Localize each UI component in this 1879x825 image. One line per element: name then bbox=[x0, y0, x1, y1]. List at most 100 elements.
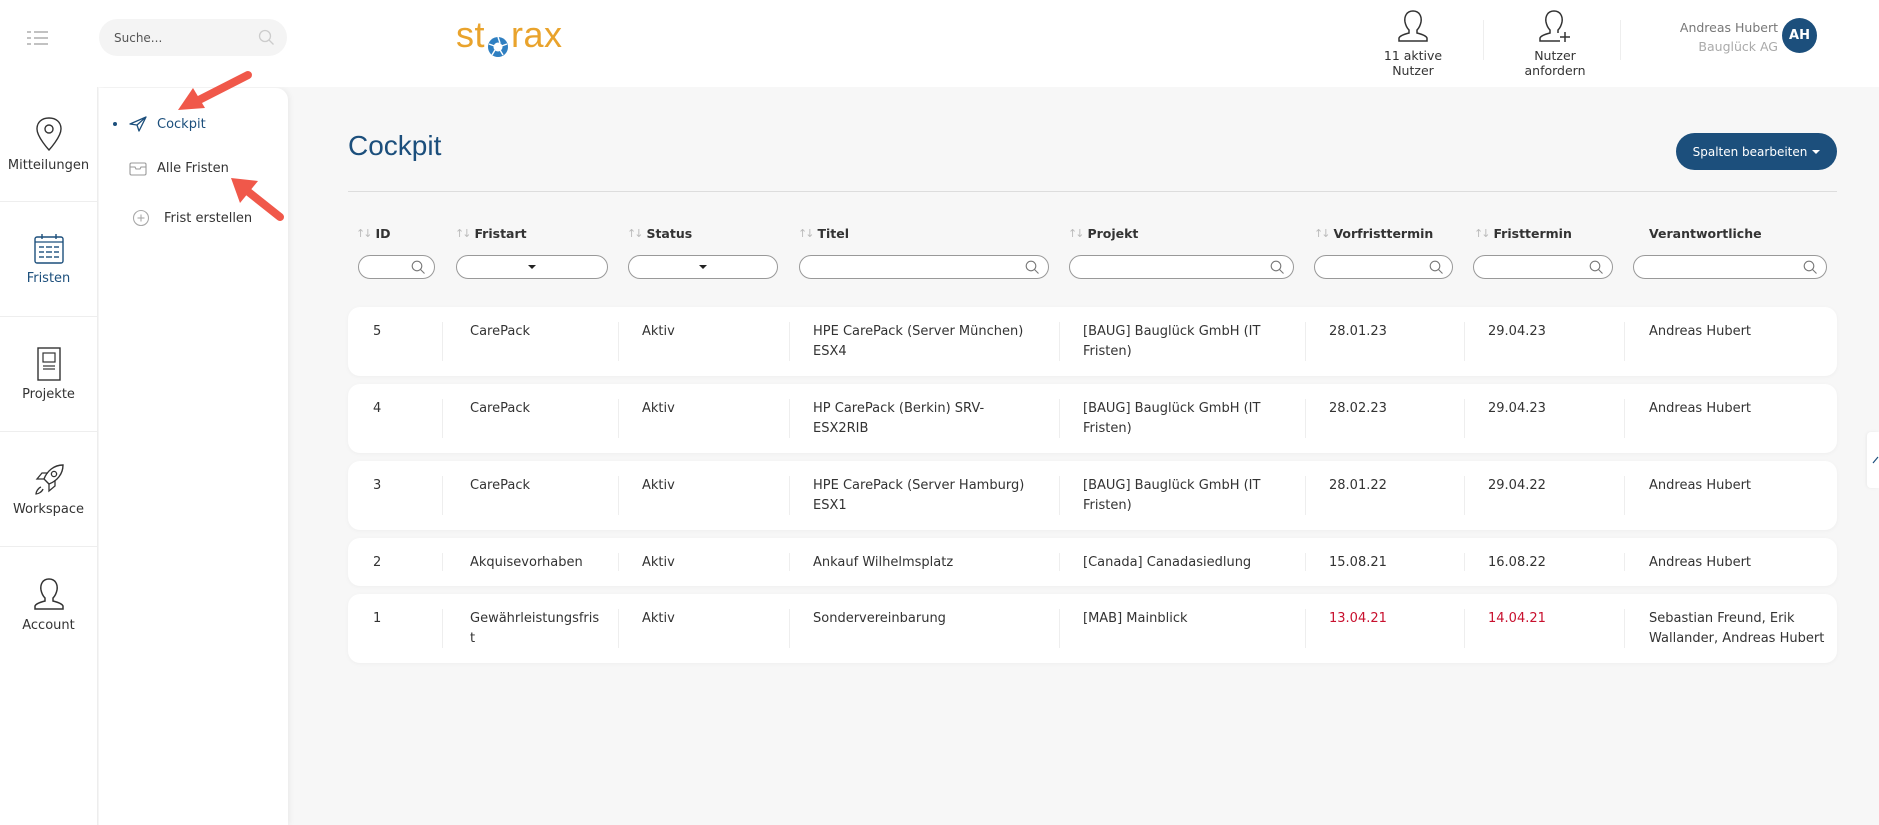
sort-icon[interactable]: ↑↓ bbox=[627, 227, 644, 240]
table-row[interactable]: 4 CarePack Aktiv HP CarePack (Berkin) SRV-E… bbox=[348, 384, 1837, 453]
cell-projekt: [BAUG] Bauglück GmbH (IT Fristen) bbox=[1083, 401, 1261, 436]
filter-text-input[interactable] bbox=[800, 256, 999, 278]
rail-item-workspace[interactable]: Workspace bbox=[0, 432, 97, 547]
column-divider bbox=[1464, 322, 1465, 361]
column-divider bbox=[1059, 476, 1060, 515]
rail-item-mitteilungen[interactable]: Mitteilungen bbox=[0, 87, 97, 202]
subnav-label: Cockpit bbox=[157, 116, 206, 132]
top-bar: st rax 11 aktive Nutzer bbox=[0, 0, 1879, 87]
map-pin-icon bbox=[35, 116, 62, 151]
user-organization: Bauglück AG bbox=[1698, 39, 1778, 54]
request-users-button[interactable]: Nutzer anfordern bbox=[1505, 8, 1605, 78]
column-divider bbox=[442, 553, 443, 571]
column-divider bbox=[442, 322, 443, 361]
filter-status-select[interactable] bbox=[628, 255, 778, 279]
column-divider bbox=[1305, 476, 1306, 515]
column-divider bbox=[442, 609, 443, 648]
filter-fristtermin-input[interactable] bbox=[1473, 255, 1613, 279]
side-panel-toggle[interactable] bbox=[1867, 432, 1879, 488]
sort-icon[interactable]: ↑↓ bbox=[356, 227, 373, 240]
active-users-button[interactable]: 11 aktive Nutzer bbox=[1363, 8, 1463, 78]
table-row[interactable]: 5 CarePack Aktiv HPE CarePack (Server Münch… bbox=[348, 307, 1837, 376]
column-header-titel[interactable]: ↑↓ Titel bbox=[798, 226, 849, 241]
cell-vorfrist: 28.01.22 bbox=[1329, 478, 1387, 493]
column-divider bbox=[789, 322, 790, 361]
column-divider bbox=[618, 322, 619, 361]
expand-icon bbox=[1872, 456, 1879, 464]
column-header-id[interactable]: ↑↓ ID bbox=[356, 226, 390, 241]
column-header-label: Fristart bbox=[474, 226, 527, 241]
column-divider bbox=[1624, 553, 1625, 571]
table-row[interactable]: 1 Gewährleistungsfrist Aktiv Sondervereinba… bbox=[348, 594, 1837, 663]
column-divider bbox=[1305, 609, 1306, 648]
filter-vorfristtermin-input[interactable] bbox=[1314, 255, 1453, 279]
filter-id-input[interactable] bbox=[358, 255, 435, 279]
cell-frist: 14.04.21 bbox=[1488, 611, 1546, 626]
filter-verantwortliche-input[interactable] bbox=[1633, 255, 1827, 279]
filter-text-input[interactable] bbox=[1474, 256, 1585, 278]
cell-id: 2 bbox=[373, 555, 382, 570]
cell-titel: HPE CarePack (Server Hamburg) ESX1 bbox=[813, 478, 1025, 513]
subnav-item-cockpit[interactable]: Cockpit bbox=[113, 116, 206, 132]
rail-item-projekte[interactable]: Projekte bbox=[0, 317, 97, 432]
search-icon[interactable] bbox=[258, 29, 275, 50]
rail-item-account[interactable]: Account bbox=[0, 547, 97, 662]
search-icon bbox=[411, 260, 426, 279]
cell-vorfrist: 28.02.23 bbox=[1329, 401, 1387, 416]
request-users-label: Nutzer anfordern bbox=[1524, 48, 1586, 78]
cell-id: 1 bbox=[373, 611, 382, 626]
filter-titel-input[interactable] bbox=[799, 255, 1049, 279]
cell-frist: 29.04.23 bbox=[1488, 324, 1546, 339]
cell-titel: Sondervereinbarung bbox=[813, 611, 946, 626]
icon-rail: Mitteilungen Fristen Projekte Workspace … bbox=[0, 87, 98, 825]
rail-label: Mitteilungen bbox=[7, 157, 90, 173]
subnav-item-frist-erstellen[interactable]: Frist erstellen bbox=[132, 209, 252, 227]
cell-fristart: Akquisevorhaben bbox=[470, 555, 583, 570]
column-header-vorfristtermin[interactable]: ↑↓ Vorfristtermin bbox=[1314, 226, 1433, 241]
column-header-fristtermin[interactable]: ↑↓ Fristtermin bbox=[1474, 226, 1572, 241]
sort-icon[interactable]: ↑↓ bbox=[798, 227, 815, 240]
user-icon bbox=[1398, 10, 1428, 42]
column-divider bbox=[442, 399, 443, 438]
subnav-item-alle-fristen[interactable]: Alle Fristen bbox=[129, 161, 229, 176]
column-divider bbox=[789, 609, 790, 648]
cell-frist: 29.04.22 bbox=[1488, 478, 1546, 493]
sort-icon[interactable]: ↑↓ bbox=[1314, 227, 1331, 240]
filter-text-input[interactable] bbox=[359, 256, 419, 278]
column-header-fristart[interactable]: ↑↓ Fristart bbox=[455, 226, 527, 241]
edit-columns-button[interactable]: Spalten bearbeiten bbox=[1676, 133, 1837, 170]
search-input[interactable] bbox=[99, 19, 239, 56]
table-row[interactable]: 3 CarePack Aktiv HPE CarePack (Server Hambu… bbox=[348, 461, 1837, 530]
column-divider bbox=[1059, 553, 1060, 571]
sort-icon[interactable]: ↑↓ bbox=[1068, 227, 1085, 240]
search-icon bbox=[1025, 260, 1040, 279]
subnav-label: Alle Fristen bbox=[157, 161, 229, 176]
column-header-status[interactable]: ↑↓ Status bbox=[627, 226, 692, 241]
rail-label: Account bbox=[22, 618, 75, 633]
sort-icon[interactable]: ↑↓ bbox=[1474, 227, 1491, 240]
cell-id: 4 bbox=[373, 401, 382, 416]
table-row[interactable]: 2 Akquisevorhaben Aktiv Ankauf Wilhelmsplat… bbox=[348, 538, 1837, 586]
column-divider bbox=[1624, 399, 1625, 438]
cell-status: Aktiv bbox=[642, 555, 675, 570]
cell-id: 3 bbox=[373, 478, 382, 493]
column-divider bbox=[1624, 609, 1625, 648]
search-icon bbox=[1270, 260, 1285, 279]
column-header-verantwortliche[interactable]: Verantwortliche bbox=[1649, 226, 1762, 241]
column-header-projekt[interactable]: ↑↓ Projekt bbox=[1068, 226, 1138, 241]
storax-logo[interactable]: st rax bbox=[456, 14, 563, 57]
sort-icon[interactable]: ↑↓ bbox=[455, 227, 472, 240]
calendar-icon bbox=[33, 233, 64, 264]
logo-text-left: st bbox=[456, 14, 486, 55]
filter-text-input[interactable] bbox=[1070, 256, 1249, 278]
cell-projekt: [BAUG] Bauglück GmbH (IT Fristen) bbox=[1083, 324, 1261, 359]
filter-text-input[interactable] bbox=[1634, 256, 1788, 278]
rail-item-fristen[interactable]: Fristen bbox=[0, 202, 97, 317]
column-divider bbox=[618, 553, 619, 571]
filter-text-input[interactable] bbox=[1315, 256, 1425, 278]
filter-projekt-input[interactable] bbox=[1069, 255, 1294, 279]
menu-toggle-icon[interactable] bbox=[26, 29, 50, 47]
sub-navigation: Cockpit Alle Fristen Frist erstellen bbox=[99, 88, 288, 825]
filter-fristart-select[interactable] bbox=[456, 255, 608, 279]
avatar[interactable]: AH bbox=[1782, 18, 1817, 53]
